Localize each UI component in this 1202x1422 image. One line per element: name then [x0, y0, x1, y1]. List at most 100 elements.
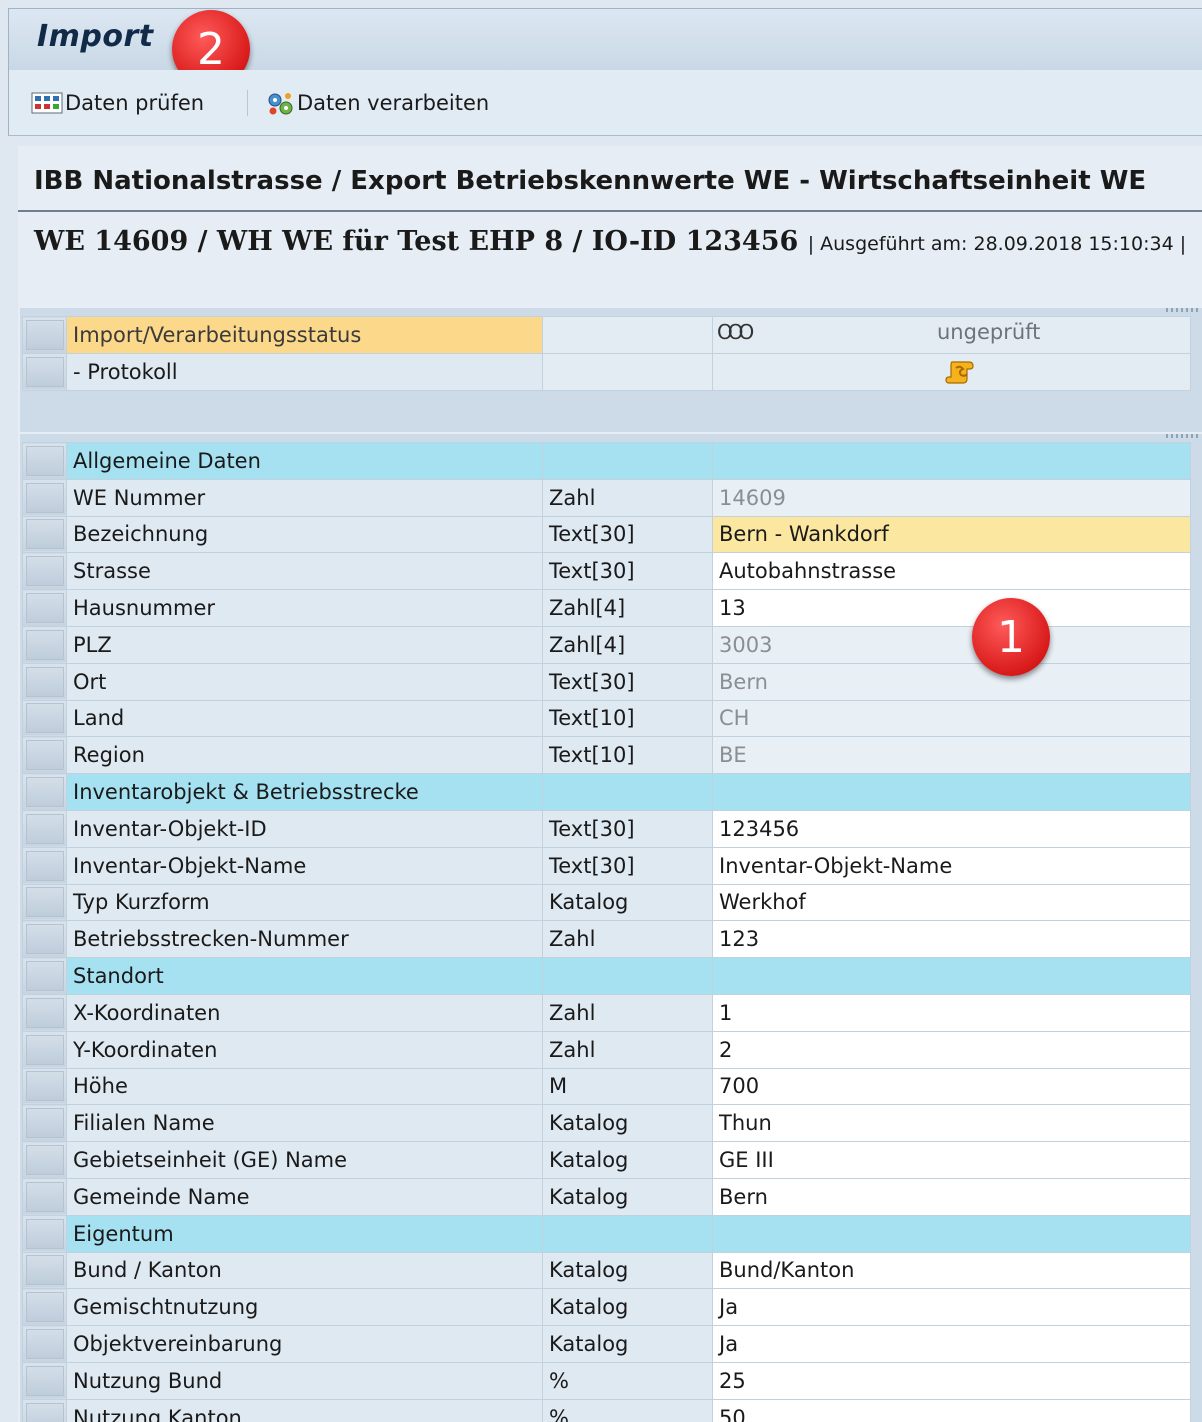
field-label: Filialen Name — [66, 1104, 543, 1143]
field-type: Text[10] — [542, 699, 713, 738]
field-value — [712, 1214, 1191, 1253]
field-value[interactable]: Ja — [712, 1325, 1191, 1363]
row-selector[interactable] — [22, 552, 67, 591]
field-value[interactable]: 700 — [712, 1067, 1191, 1106]
field-value[interactable]: 1 — [712, 993, 1191, 1032]
field-type: Zahl[4] — [542, 625, 713, 664]
annotation-badge-1: 1 — [972, 598, 1050, 676]
title-divider — [18, 210, 1202, 212]
row-selector[interactable] — [22, 589, 67, 627]
table-row: Strasse Text[30] Autobahnstrasse — [22, 552, 1191, 591]
section-title: Inventarobjekt & Betriebsstrecke — [66, 773, 543, 811]
field-value[interactable]: Bund/Kanton — [712, 1251, 1191, 1290]
table-row: Bund / Kanton Katalog Bund/Kanton — [22, 1251, 1191, 1290]
row-selector[interactable] — [22, 773, 67, 811]
field-value[interactable]: Inventar-Objekt-Name — [712, 846, 1191, 885]
field-type — [542, 1214, 713, 1253]
field-type: Text[30] — [542, 515, 713, 554]
row-selector[interactable] — [22, 1177, 67, 1216]
row-selector[interactable] — [22, 957, 67, 995]
row-selector[interactable] — [22, 316, 67, 354]
field-value[interactable]: GE III — [712, 1141, 1191, 1179]
row-selector[interactable] — [22, 736, 67, 775]
field-type: Zahl — [542, 993, 713, 1032]
table-row: Inventar-Objekt-Name Text[30] Inventar-Obj… — [22, 846, 1191, 885]
field-type: Zahl — [542, 478, 713, 517]
row-selector[interactable] — [22, 1398, 67, 1422]
row-selector[interactable] — [22, 1030, 67, 1069]
field-value[interactable]: Werkhof — [712, 883, 1191, 922]
field-value[interactable]: 50 — [712, 1398, 1191, 1422]
row-selector[interactable] — [22, 993, 67, 1032]
field-value[interactable]: 2 — [712, 1030, 1191, 1069]
row-selector[interactable] — [22, 478, 67, 517]
field-value[interactable]: 123 — [712, 920, 1191, 959]
row-selector[interactable] — [22, 809, 67, 848]
row-selector[interactable] — [22, 1214, 67, 1253]
row-selector[interactable] — [22, 699, 67, 738]
field-value: 3003 — [712, 625, 1191, 664]
field-value[interactable]: Bern — [712, 1177, 1191, 1216]
row-selector[interactable] — [22, 1104, 67, 1143]
field-label: Objektvereinbarung — [66, 1325, 543, 1363]
field-label: Inventar-Objekt-ID — [66, 809, 543, 848]
field-label: Strasse — [66, 552, 543, 591]
field-value[interactable]: Bern - Wankdorf — [712, 515, 1191, 554]
subtitle-text: WE 14609 / WH WE für Test EHP 8 / IO-ID … — [34, 226, 799, 257]
table-row: Typ Kurzform Katalog Werkhof — [22, 883, 1191, 922]
panel-resize-handle[interactable] — [1166, 308, 1200, 312]
row-selector[interactable] — [22, 1251, 67, 1290]
row-selector[interactable] — [22, 662, 67, 701]
process-data-button[interactable]: Daten verarbeiten — [265, 88, 489, 118]
table-row: Y-Koordinaten Zahl 2 — [22, 1030, 1191, 1069]
field-type: Katalog — [542, 883, 713, 922]
field-label: Region — [66, 736, 543, 775]
table-row: Inventar-Objekt-ID Text[30] 123456 — [22, 809, 1191, 848]
field-value[interactable]: Autobahnstrasse — [712, 552, 1191, 591]
row-selector[interactable] — [22, 1067, 67, 1106]
field-value[interactable]: 25 — [712, 1361, 1191, 1400]
field-label: Ort — [66, 662, 543, 701]
field-value — [712, 442, 1191, 480]
row-selector[interactable] — [22, 1288, 67, 1327]
field-value[interactable]: Ja — [712, 1288, 1191, 1327]
field-type: Katalog — [542, 1325, 713, 1363]
table-row: Gebietseinheit (GE) Name Katalog GE III — [22, 1141, 1191, 1179]
data-panel: Allgemeine Daten WE Nummer Zahl 14609 Bezeic… — [20, 434, 1202, 1422]
field-value[interactable]: 13 — [712, 589, 1191, 627]
field-label: Land — [66, 699, 543, 738]
field-type: M — [542, 1067, 713, 1106]
status-label: Import/Verarbeitungsstatus — [66, 316, 543, 354]
status-value: ungeprüft — [937, 320, 1041, 344]
table-row: Filialen Name Katalog Thun — [22, 1104, 1191, 1143]
field-type: Text[30] — [542, 846, 713, 885]
panel-resize-handle[interactable] — [1166, 434, 1200, 438]
field-value: Bern — [712, 662, 1191, 701]
field-label: WE Nummer — [66, 478, 543, 517]
log-scroll-icon[interactable] — [945, 358, 975, 386]
protocol-type-cell — [542, 352, 713, 391]
field-label: Nutzung Bund — [66, 1361, 543, 1400]
field-label: Nutzung Kanton — [66, 1398, 543, 1422]
field-type: Zahl[4] — [542, 589, 713, 627]
row-selector[interactable] — [22, 1325, 67, 1363]
row-selector[interactable] — [22, 625, 67, 664]
field-value[interactable]: 123456 — [712, 809, 1191, 848]
check-data-button[interactable]: Daten prüfen — [31, 88, 204, 118]
section-title: Standort — [66, 957, 543, 995]
row-selector[interactable] — [22, 1361, 67, 1400]
field-label: Y-Koordinaten — [66, 1030, 543, 1069]
row-selector[interactable] — [22, 442, 67, 480]
application-toolbar: Daten prüfen Daten verarbeiten — [8, 70, 1202, 136]
field-value[interactable]: Thun — [712, 1104, 1191, 1143]
field-label: Gemischtnutzung — [66, 1288, 543, 1327]
field-type — [542, 773, 713, 811]
field-label: PLZ — [66, 625, 543, 664]
row-selector[interactable] — [22, 920, 67, 959]
row-selector[interactable] — [22, 515, 67, 554]
row-selector[interactable] — [22, 352, 67, 391]
row-selector[interactable] — [22, 883, 67, 922]
field-type: Katalog — [542, 1288, 713, 1327]
row-selector[interactable] — [22, 846, 67, 885]
row-selector[interactable] — [22, 1141, 67, 1179]
